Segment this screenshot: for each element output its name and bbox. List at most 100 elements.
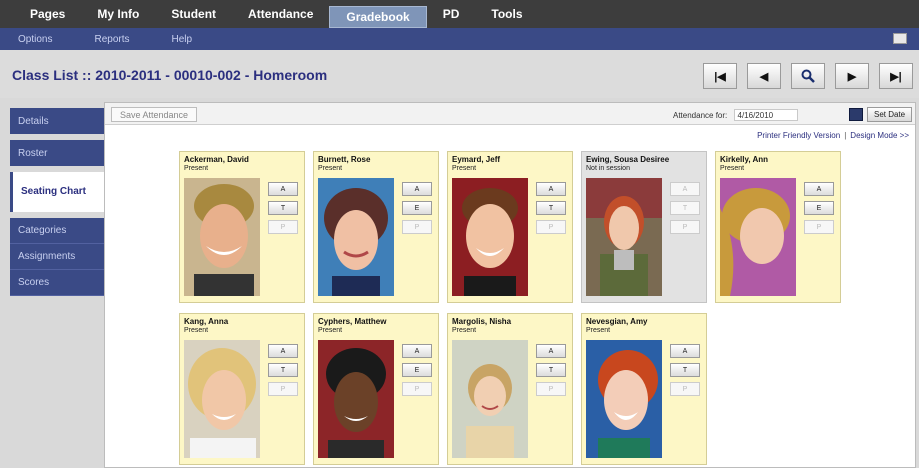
student-name: Kang, Anna bbox=[184, 317, 229, 326]
student-name: Nevesgian, Amy bbox=[586, 317, 648, 326]
student-photo bbox=[318, 178, 394, 296]
present-button[interactable]: P bbox=[268, 382, 298, 396]
absent-button[interactable]: A bbox=[536, 182, 566, 196]
sidebar-item-assignments[interactable]: Assignments bbox=[10, 244, 104, 270]
excused-button[interactable]: E bbox=[402, 201, 432, 215]
previous-record-button[interactable]: ◀ bbox=[747, 63, 781, 89]
tardy-button[interactable]: T bbox=[536, 363, 566, 377]
attendance-buttons: A T P bbox=[536, 182, 566, 239]
set-date-button[interactable]: Set Date bbox=[867, 107, 913, 122]
last-record-button[interactable]: ▶| bbox=[879, 63, 913, 89]
present-button[interactable]: P bbox=[268, 220, 298, 234]
tab-pd[interactable]: PD bbox=[427, 0, 476, 28]
sidebar-item-details[interactable]: Details bbox=[10, 108, 104, 134]
save-attendance-button[interactable]: Save Attendance bbox=[111, 107, 198, 122]
student-status: Present bbox=[184, 165, 209, 172]
printer-friendly-link[interactable]: Printer Friendly Version bbox=[757, 131, 840, 140]
student-card[interactable]: Kang, Anna Present A T P bbox=[179, 313, 305, 465]
sidebar-item-categories[interactable]: Categories bbox=[10, 218, 104, 244]
tardy-button[interactable]: T bbox=[268, 363, 298, 377]
student-name: Ackerman, David bbox=[184, 155, 249, 164]
excused-button[interactable]: E bbox=[402, 363, 432, 377]
attendance-buttons: A T P bbox=[536, 344, 566, 401]
student-status: Present bbox=[720, 165, 745, 172]
sidebar-item-seating-chart[interactable]: Seating Chart bbox=[10, 172, 104, 212]
student-photo bbox=[586, 340, 662, 458]
student-card[interactable]: Nevesgian, Amy Present A T P bbox=[581, 313, 707, 465]
attendance-toolbar: Save Attendance Attendance for: 4/16/201… bbox=[105, 103, 915, 125]
tab-pages[interactable]: Pages bbox=[14, 0, 81, 28]
tardy-button[interactable]: T bbox=[268, 201, 298, 215]
student-card[interactable]: Ackerman, David Present A T P bbox=[179, 151, 305, 303]
student-status: Present bbox=[452, 327, 477, 334]
student-status: Present bbox=[184, 327, 209, 334]
sidebar: Details Roster Seating Chart Categories … bbox=[10, 108, 104, 296]
sidebar-item-scores[interactable]: Scores bbox=[10, 270, 104, 296]
student-status: Not in session bbox=[586, 165, 630, 172]
calendar-icon[interactable] bbox=[849, 108, 863, 121]
absent-button[interactable]: A bbox=[402, 182, 432, 196]
absent-button[interactable]: A bbox=[804, 182, 834, 196]
title-bar: Class List :: 2010-2011 - 00010-002 - Ho… bbox=[0, 50, 919, 98]
next-record-button[interactable]: ▶ bbox=[835, 63, 869, 89]
attendance-buttons: A T P bbox=[670, 182, 700, 239]
tardy-button[interactable]: T bbox=[536, 201, 566, 215]
tab-tools[interactable]: Tools bbox=[475, 0, 538, 28]
student-card[interactable]: Burnett, Rose Present A E P bbox=[313, 151, 439, 303]
attendance-label-text: Attendance for: bbox=[673, 111, 728, 120]
present-button[interactable]: P bbox=[536, 220, 566, 234]
student-card[interactable]: Kirkelly, Ann Present A E P bbox=[715, 151, 841, 303]
absent-button[interactable]: A bbox=[670, 344, 700, 358]
absent-button[interactable]: A bbox=[402, 344, 432, 358]
present-button[interactable]: P bbox=[536, 382, 566, 396]
tardy-button[interactable]: T bbox=[670, 363, 700, 377]
present-button[interactable]: P bbox=[804, 220, 834, 234]
student-card[interactable]: Cyphers, Matthew Present A E P bbox=[313, 313, 439, 465]
absent-button[interactable]: A bbox=[670, 182, 700, 196]
student-card[interactable]: Margolis, Nisha Present A T P bbox=[447, 313, 573, 465]
link-separator: | bbox=[844, 131, 847, 140]
student-photo bbox=[318, 340, 394, 458]
language-flag-icon[interactable] bbox=[893, 33, 907, 44]
absent-button[interactable]: A bbox=[268, 182, 298, 196]
student-photo bbox=[184, 178, 260, 296]
search-button[interactable] bbox=[791, 63, 825, 89]
subnav-options[interactable]: Options bbox=[18, 34, 52, 45]
student-photo bbox=[720, 178, 796, 296]
tab-attendance[interactable]: Attendance bbox=[232, 0, 329, 28]
view-links: Printer Friendly Version | Design Mode >> bbox=[757, 131, 909, 140]
first-icon: |◀ bbox=[714, 70, 726, 83]
student-status: Present bbox=[318, 327, 343, 334]
attendance-date-label: Attendance for: 4/16/2010 bbox=[673, 109, 798, 121]
present-button[interactable]: P bbox=[670, 220, 700, 234]
tab-gradebook[interactable]: Gradebook bbox=[329, 6, 427, 28]
seating-chart-panel: Save Attendance Attendance for: 4/16/201… bbox=[104, 102, 916, 468]
student-photo bbox=[452, 178, 528, 296]
absent-button[interactable]: A bbox=[268, 344, 298, 358]
student-photo bbox=[452, 340, 528, 458]
attendance-date-field[interactable]: 4/16/2010 bbox=[733, 109, 798, 121]
student-name: Cyphers, Matthew bbox=[318, 317, 387, 326]
tab-my-info[interactable]: My Info bbox=[81, 0, 155, 28]
tardy-button[interactable]: T bbox=[670, 201, 700, 215]
sidebar-item-roster[interactable]: Roster bbox=[10, 140, 104, 166]
student-photo bbox=[586, 178, 662, 296]
attendance-buttons: A T P bbox=[670, 344, 700, 401]
absent-button[interactable]: A bbox=[536, 344, 566, 358]
main-nav: Pages My Info Student Attendance Gradebo… bbox=[0, 0, 919, 28]
student-card[interactable]: Eymard, Jeff Present A T P bbox=[447, 151, 573, 303]
present-button[interactable]: P bbox=[402, 220, 432, 234]
student-status: Present bbox=[318, 165, 343, 172]
attendance-buttons: A T P bbox=[268, 182, 298, 239]
design-mode-link[interactable]: Design Mode >> bbox=[850, 131, 909, 140]
first-record-button[interactable]: |◀ bbox=[703, 63, 737, 89]
subnav-reports[interactable]: Reports bbox=[94, 34, 129, 45]
tab-student[interactable]: Student bbox=[155, 0, 232, 28]
sub-nav: Options Reports Help bbox=[0, 28, 919, 50]
present-button[interactable]: P bbox=[402, 382, 432, 396]
record-navigation: |◀ ◀ ▶ ▶| bbox=[703, 63, 913, 89]
student-card[interactable]: Ewing, Sousa Desiree Not in session A T … bbox=[581, 151, 707, 303]
present-button[interactable]: P bbox=[670, 382, 700, 396]
subnav-help[interactable]: Help bbox=[171, 34, 192, 45]
excused-button[interactable]: E bbox=[804, 201, 834, 215]
